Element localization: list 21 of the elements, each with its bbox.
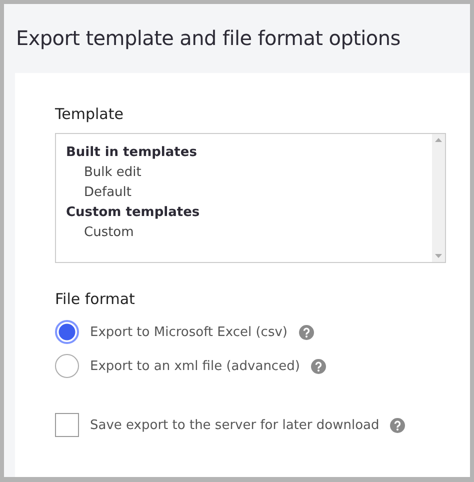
radio-label: Export to an xml file (advanced) [90, 358, 300, 374]
help-icon[interactable] [390, 418, 406, 432]
template-option[interactable]: Default [66, 183, 422, 203]
group-label: Built in templates [66, 144, 198, 162]
section-heading: Template [55, 105, 124, 123]
checkbox[interactable] [55, 413, 79, 437]
radio-button[interactable] [55, 320, 79, 344]
radio-button[interactable] [55, 354, 79, 378]
group-label: Custom templates [66, 204, 201, 222]
section-heading: File format [55, 290, 136, 308]
help-icon[interactable] [310, 358, 326, 374]
checkbox-label: Save export to the server for later download [90, 418, 380, 432]
scroll-up-icon[interactable] [435, 138, 442, 142]
scrollbar[interactable] [432, 134, 445, 262]
help-icon[interactable] [298, 324, 314, 340]
radio-label: Export to Microsoft Excel (csv) [90, 324, 288, 340]
scroll-down-icon[interactable] [435, 254, 442, 258]
template-list[interactable]: Built in templates Bulk edit Default Custom templates Custom [55, 133, 446, 263]
dialog-title: Export template and file format options [16, 26, 402, 50]
template-option[interactable]: Custom [66, 223, 422, 243]
template-option[interactable]: Bulk edit [66, 163, 422, 183]
